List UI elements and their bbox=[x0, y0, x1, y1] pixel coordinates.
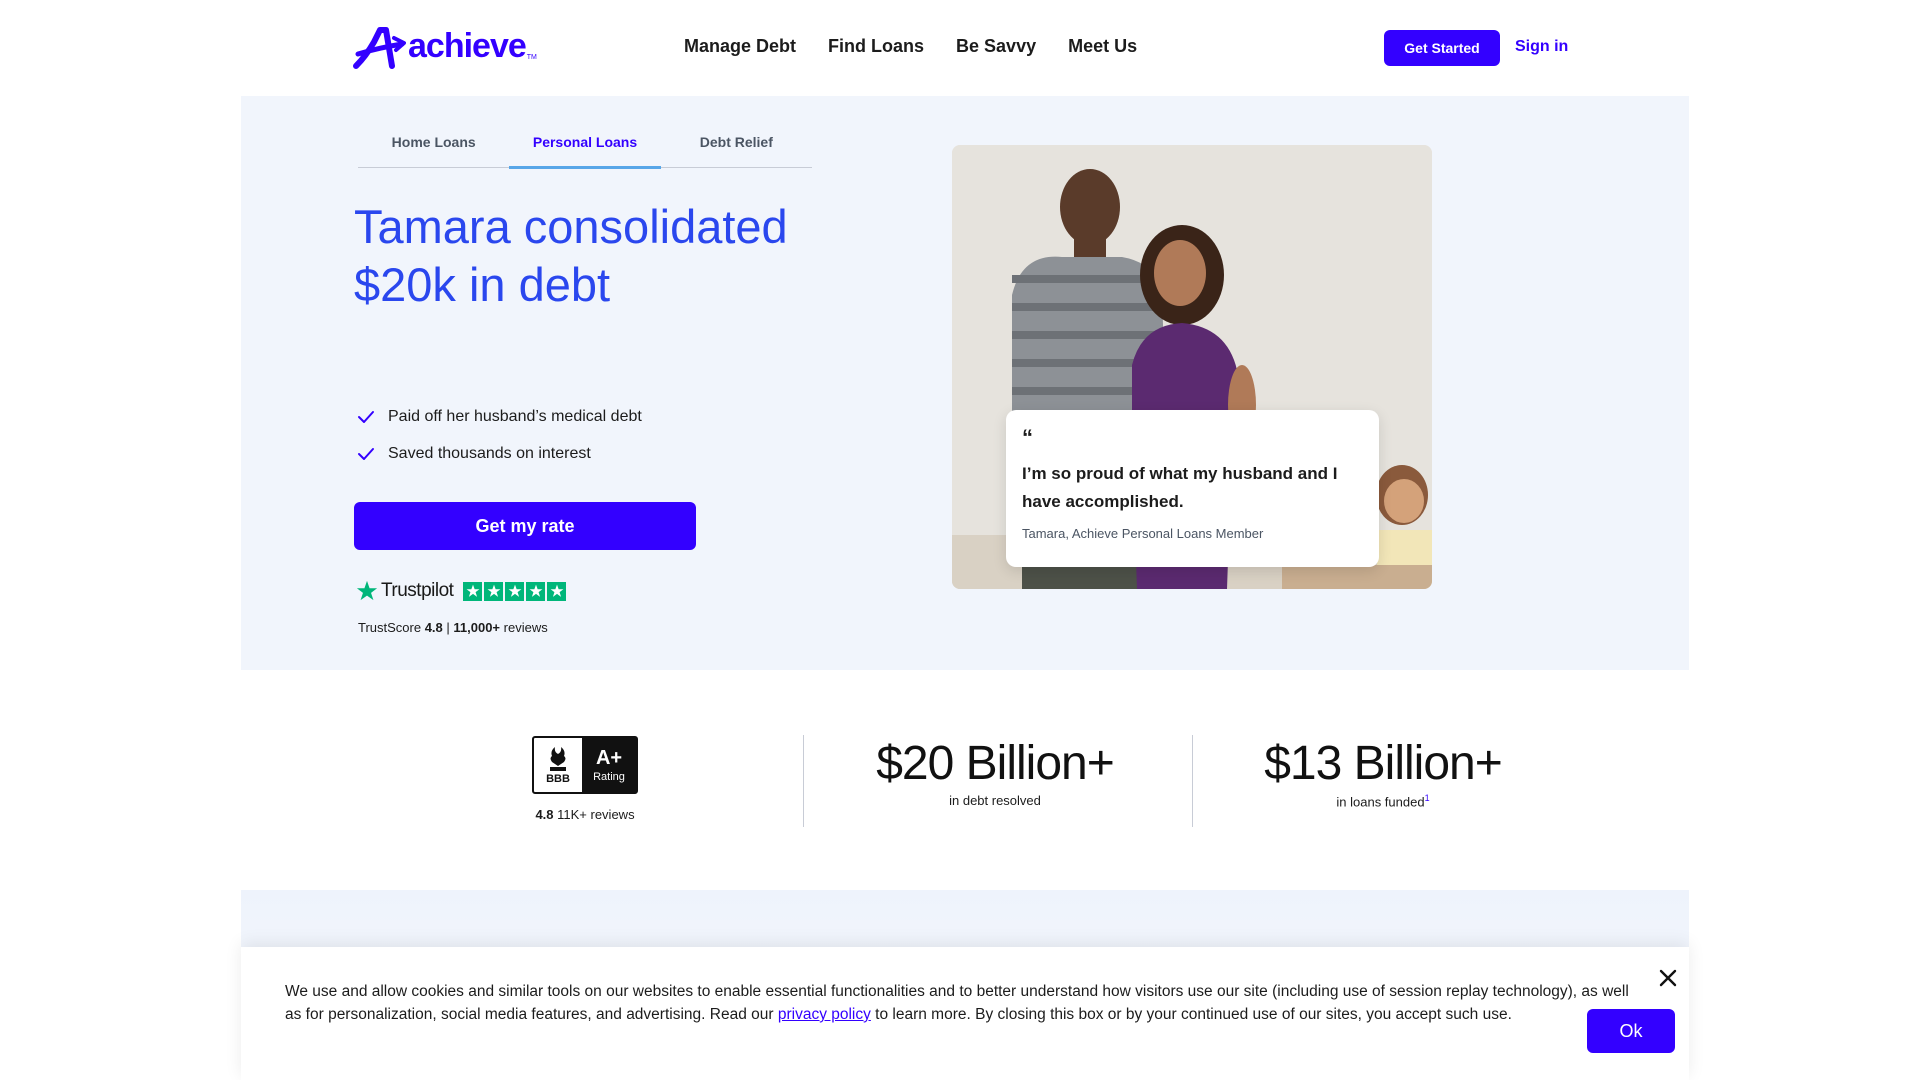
achieve-logo[interactable]: achieve TM bbox=[352, 26, 537, 70]
quote-mark-icon: “ bbox=[1022, 425, 1033, 450]
star-icon bbox=[505, 581, 525, 601]
cookie-banner: We use and allow cookies and similar too… bbox=[241, 947, 1689, 1080]
nav-meet-us[interactable]: Meet Us bbox=[1068, 36, 1137, 57]
testimonial-quote: I’m so proud of what my husband and I ha… bbox=[1022, 464, 1338, 511]
stats-divider bbox=[1192, 735, 1193, 827]
stat-caption: in debt resolved bbox=[949, 793, 1041, 808]
trustscore-text: TrustScore 4.8 | 11,000+ reviews bbox=[358, 620, 548, 635]
product-tabs: Home Loans Personal Loans Debt Relief bbox=[358, 128, 812, 169]
trustpilot-wordmark: Trustpilot bbox=[381, 580, 454, 601]
testimonial-author: Tamara, Achieve Personal Loans Member bbox=[1022, 526, 1264, 541]
bullet-text: Saved thousands on interest bbox=[388, 444, 591, 462]
main-nav: Manage Debt Find Loans Be Savvy Meet Us bbox=[684, 36, 1137, 57]
nav-manage-debt[interactable]: Manage Debt bbox=[684, 36, 796, 57]
cookie-ok-button[interactable]: Ok bbox=[1587, 1009, 1675, 1053]
star-icon bbox=[547, 581, 567, 601]
hero-bullets: Paid off her husband’s medical debt Save… bbox=[356, 398, 642, 472]
close-icon[interactable] bbox=[1657, 967, 1679, 989]
trustpilot-stars bbox=[463, 581, 567, 601]
trustpilot-star-icon bbox=[356, 580, 378, 601]
cookie-text: We use and allow cookies and similar too… bbox=[285, 983, 1629, 1023]
tab-debt-relief[interactable]: Debt Relief bbox=[661, 128, 812, 167]
star-icon bbox=[484, 581, 504, 601]
tab-home-loans[interactable]: Home Loans bbox=[358, 128, 509, 167]
bbb-rating-label: Rating bbox=[593, 770, 625, 783]
footnote-marker[interactable]: 1 bbox=[1425, 793, 1430, 803]
bbb-grade: A+ bbox=[595, 746, 623, 769]
trustpilot-logo[interactable]: Trustpilot bbox=[356, 580, 567, 602]
logo-wordmark: achieve bbox=[408, 26, 527, 65]
hero-title: Tamara consolidated $20k in debt bbox=[354, 200, 788, 311]
bbb-grade-panel: A+ Rating bbox=[582, 738, 636, 792]
star-icon bbox=[463, 581, 483, 601]
nav-find-loans[interactable]: Find Loans bbox=[828, 36, 924, 57]
bbb-logo: BBB bbox=[534, 738, 582, 792]
tab-personal-loans[interactable]: Personal Loans bbox=[509, 128, 661, 169]
checkmark-icon bbox=[358, 410, 374, 423]
stat-loans-funded: $13 Billion+ in loans funded1 bbox=[1248, 736, 1518, 809]
logo-trademark: TM bbox=[526, 53, 537, 61]
achieve-logo-icon bbox=[353, 27, 406, 69]
checkmark-icon bbox=[358, 447, 374, 460]
sign-in-link[interactable]: Sign in bbox=[1515, 38, 1568, 56]
testimonial-card: “ I’m so proud of what my husband and I … bbox=[1006, 410, 1379, 567]
list-item: Paid off her husband’s medical debt bbox=[356, 398, 642, 435]
stat-value: $20 Billion+ bbox=[876, 737, 1115, 790]
list-item: Saved thousands on interest bbox=[356, 435, 642, 472]
stat-debt-resolved: $20 Billion+ in debt resolved bbox=[860, 736, 1130, 808]
star-icon bbox=[526, 581, 546, 601]
stats-divider bbox=[803, 735, 804, 827]
privacy-policy-link[interactable]: privacy policy bbox=[778, 1006, 871, 1023]
bullet-text: Paid off her husband’s medical debt bbox=[388, 407, 642, 425]
bbb-reviews: 4.8 11K+ reviews bbox=[535, 807, 635, 822]
stat-caption: in loans funded1 bbox=[1336, 793, 1430, 810]
stat-value: $13 Billion+ bbox=[1264, 737, 1503, 790]
get-my-rate-button[interactable]: Get my rate bbox=[354, 502, 696, 550]
bbb-torch-icon bbox=[550, 746, 566, 771]
bbb-abbr: BBB bbox=[546, 772, 570, 785]
site-header: achieve TM Manage Debt Find Loans Be Sav… bbox=[0, 0, 1920, 96]
bbb-rating-badge[interactable]: BBB A+ Rating bbox=[532, 736, 638, 794]
nav-be-savvy[interactable]: Be Savvy bbox=[956, 36, 1036, 57]
get-started-button[interactable]: Get Started bbox=[1384, 30, 1500, 66]
